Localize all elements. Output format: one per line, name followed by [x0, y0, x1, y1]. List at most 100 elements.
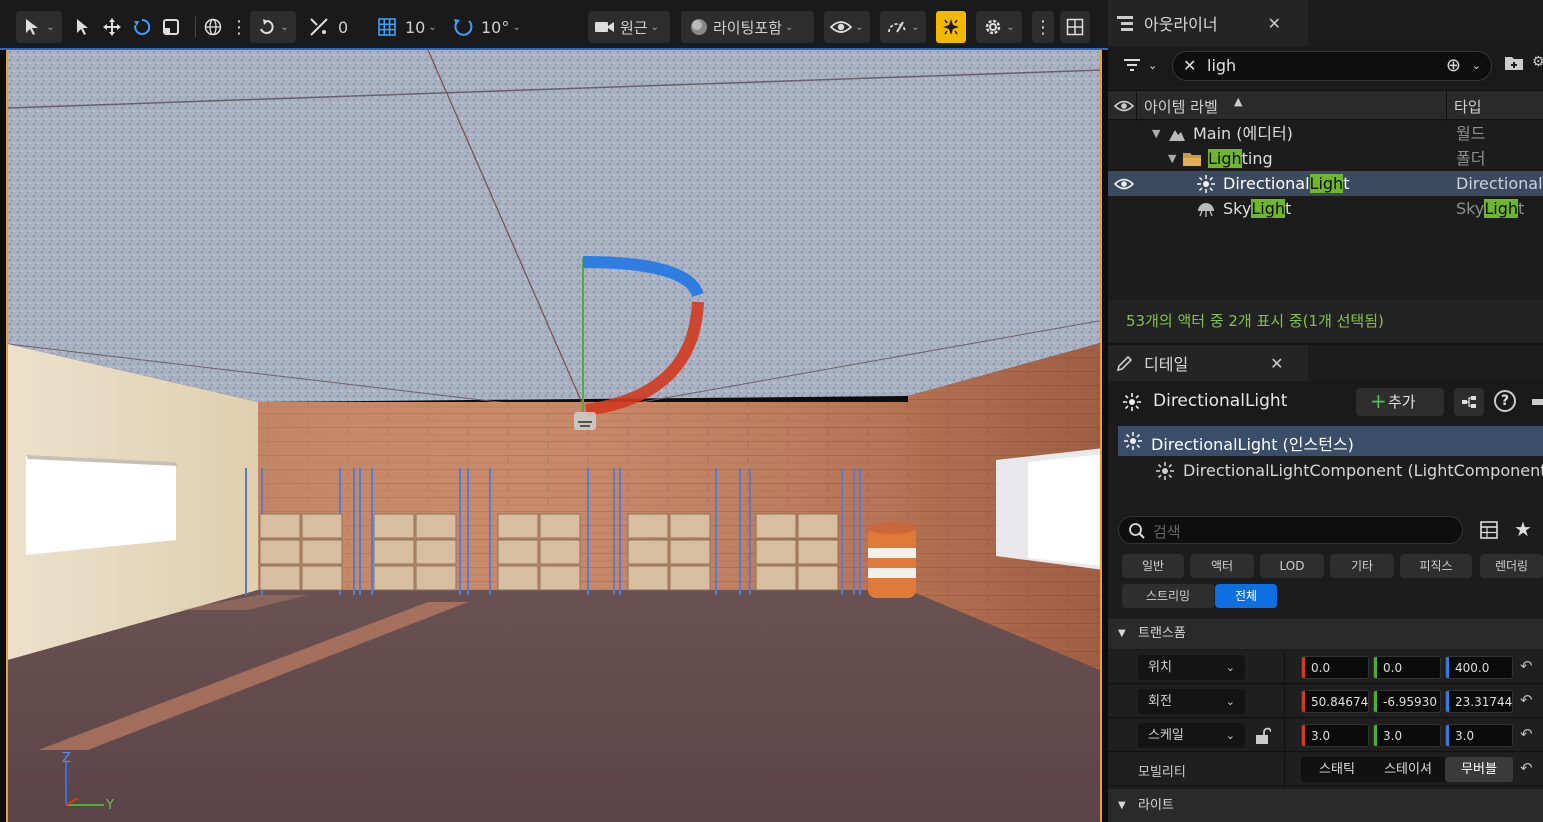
chevron-down-icon[interactable]: ⌄	[1472, 52, 1481, 80]
location-snap-dropdown[interactable]: 10 ⌄	[376, 11, 440, 43]
settings-icon[interactable]: ⚙	[1532, 54, 1543, 70]
lighting-mode-label: 라이팅포함	[713, 18, 783, 37]
scale-tool-button[interactable]	[162, 11, 184, 43]
help-icon[interactable]: ?	[1494, 390, 1516, 412]
surface-snap-dropdown[interactable]: ⌄	[250, 11, 296, 43]
directional-light-icon	[1156, 462, 1174, 480]
clear-search-icon[interactable]: ✕	[1183, 52, 1196, 80]
filter-chip-active[interactable]: 전체	[1215, 584, 1277, 608]
tree-type: SkyLight	[1456, 196, 1524, 221]
location-z-field[interactable]: 400.0	[1445, 656, 1513, 679]
filter-chip[interactable]: 렌더링	[1480, 554, 1543, 578]
scalability-dropdown[interactable]: ⌄	[880, 11, 926, 43]
scene-render[interactable]: Z Y	[6, 50, 1102, 822]
filter-chip[interactable]: 액터	[1190, 554, 1254, 578]
chevron-down-icon[interactable]: ▼	[1152, 121, 1160, 146]
rotation-snap-dropdown[interactable]: 10° ⌄	[452, 11, 524, 43]
tree-row-lighting-folder[interactable]: ▼ Lighting 폴더	[1108, 146, 1543, 171]
reset-arrow-icon[interactable]: ↶	[1520, 759, 1533, 777]
add-filter-icon[interactable]: ⊕	[1446, 52, 1461, 80]
component-row-root[interactable]: DirectionalLight (인스턴스)	[1118, 426, 1543, 456]
details-panel: 디테일 ✕ DirectionalLight + 추가 ? Directiona…	[1108, 345, 1543, 822]
mobility-option[interactable]: 스태틱	[1303, 757, 1371, 782]
value: 50.84674	[1311, 695, 1369, 709]
close-icon[interactable]: ✕	[1270, 354, 1283, 373]
location-y-field[interactable]: 0.0	[1373, 656, 1441, 679]
mobility-option[interactable]: 스테이셔	[1373, 757, 1443, 782]
scale-y-field[interactable]: 3.0	[1373, 724, 1441, 747]
component-row-child[interactable]: DirectionalLightComponent (LightComponen…	[1118, 456, 1543, 486]
move-tool-button[interactable]	[102, 11, 124, 43]
visibility-eye-icon[interactable]	[1114, 177, 1134, 191]
realtime-toggle-button[interactable]	[936, 11, 966, 43]
reset-arrow-icon[interactable]: ↶	[1520, 725, 1533, 743]
filter-chip[interactable]: 기타	[1330, 554, 1394, 578]
select-mode-dropdown[interactable]: ⌄	[16, 11, 62, 43]
rotation-x-field[interactable]: 50.84674	[1301, 690, 1369, 713]
filter-dropdown[interactable]: ⌄	[1122, 56, 1157, 74]
blueprint-button[interactable]	[1454, 388, 1484, 416]
location-x-field[interactable]: 0.0	[1301, 656, 1369, 679]
visibility-column-eye-icon[interactable]	[1114, 99, 1134, 113]
column-item-label[interactable]: 아이템 라벨	[1144, 96, 1218, 117]
directional-light-icon[interactable]	[574, 412, 596, 430]
layout-button[interactable]	[1060, 11, 1090, 43]
viewport-options-button[interactable]: ⋮	[1032, 11, 1054, 43]
property-label: 스케일	[1148, 728, 1184, 743]
select-tool-button[interactable]	[74, 11, 94, 43]
mobility-option-selected[interactable]: 무버블	[1445, 757, 1513, 782]
tree-type: 폴더	[1456, 149, 1486, 168]
x-axis-bar	[1302, 657, 1305, 678]
world-local-toggle[interactable]	[204, 11, 224, 43]
location-dropdown[interactable]: 위치 ⌄	[1138, 655, 1245, 680]
rotation-y-field[interactable]: -6.95930	[1373, 690, 1441, 713]
view-mode-dropdown[interactable]: 원근 ⌄	[588, 11, 670, 43]
view-lighting-dropdown[interactable]: 라이팅포함 ⌄	[681, 11, 814, 43]
reset-arrow-icon[interactable]: ↶	[1520, 657, 1533, 675]
chevron-down-icon[interactable]: ▼	[1168, 146, 1176, 171]
gear-icon	[986, 19, 1001, 35]
details-search-input[interactable]: 검색	[1118, 516, 1463, 544]
sort-ascending-icon[interactable]: ▲	[1234, 95, 1242, 108]
reset-arrow-icon[interactable]: ↶	[1520, 691, 1533, 709]
level-viewport[interactable]: ⌄ ⋮ ⌄ 0 10 ⌄ 10° ⌄ 원근 ⌄ 라이팅포함 ⌄ ⌄ ⌄ ⌄ ⋮ …	[0, 0, 1108, 822]
section-title: 트랜스폼	[1138, 626, 1186, 641]
rotation-dropdown[interactable]: 회전 ⌄	[1138, 689, 1245, 714]
section-light[interactable]: ▼ 라이트	[1108, 789, 1543, 822]
outliner-search-input[interactable]: ✕ ligh ⊕ ⌄	[1172, 51, 1492, 81]
z-axis-bar	[1446, 725, 1449, 746]
actor-name[interactable]: DirectionalLight	[1153, 391, 1287, 411]
section-transform[interactable]: ▼ 트랜스폼	[1108, 619, 1543, 649]
grid-snap-toggle[interactable]: 0	[308, 11, 358, 43]
viewport-settings-dropdown[interactable]: ⌄	[976, 11, 1022, 43]
tab-details[interactable]: 디테일 ✕	[1108, 345, 1308, 381]
table-view-icon[interactable]	[1480, 521, 1498, 539]
column-divider	[1284, 651, 1285, 684]
tree-row-directional-light[interactable]: DirectionalLight DirectionalL	[1108, 171, 1543, 196]
filter-chip[interactable]: 스트리밍	[1122, 584, 1214, 608]
scale-x-field[interactable]: 3.0	[1301, 724, 1369, 747]
details-tab-title: 디테일	[1144, 355, 1189, 374]
star-icon[interactable]: ★	[1514, 517, 1532, 541]
value: 0.0	[1383, 661, 1403, 675]
tab-outliner[interactable]: 아웃라이너 ✕	[1108, 0, 1308, 46]
grid-snap-value: 0	[338, 17, 349, 37]
value: 0.0	[1311, 661, 1331, 675]
filter-chip[interactable]: LOD	[1260, 554, 1324, 578]
rotation-z-field[interactable]: 23.31744	[1445, 690, 1513, 713]
tree-row-world[interactable]: ▼ Main (에디터) 월드	[1108, 121, 1543, 146]
unlock-icon[interactable]	[1255, 727, 1271, 745]
scale-z-field[interactable]: 3.0	[1445, 724, 1513, 747]
lock-icon[interactable]	[1532, 399, 1543, 405]
add-component-button[interactable]: + 추가	[1356, 388, 1444, 416]
show-flags-dropdown[interactable]: ⌄	[824, 11, 870, 43]
column-type[interactable]: 타입	[1454, 96, 1482, 117]
new-folder-button[interactable]	[1504, 54, 1524, 76]
close-icon[interactable]: ✕	[1268, 14, 1281, 33]
scale-dropdown[interactable]: 스케일 ⌄	[1138, 723, 1245, 748]
filter-chip[interactable]: 일반	[1122, 554, 1184, 578]
tree-row-sky-light[interactable]: SkyLight SkyLight	[1108, 196, 1543, 221]
filter-chip[interactable]: 피직스	[1400, 554, 1472, 578]
more-options-icon[interactable]: ⋮	[230, 11, 248, 43]
rotate-tool-button[interactable]	[132, 11, 154, 43]
